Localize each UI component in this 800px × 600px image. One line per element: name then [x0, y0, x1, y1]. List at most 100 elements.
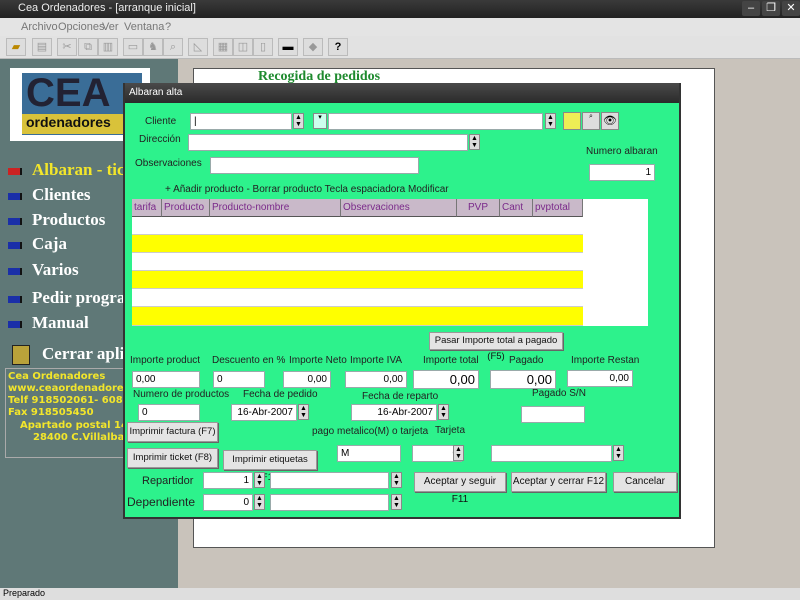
- col-cant[interactable]: Cant: [500, 199, 533, 217]
- copy-icon[interactable]: ⧉: [78, 38, 98, 56]
- window-icon[interactable]: ▭: [123, 38, 143, 56]
- tarjeta-name-input[interactable]: [491, 445, 612, 462]
- table-row[interactable]: [132, 235, 583, 253]
- imprimir-factura-button[interactable]: Imprimir factura (F7): [127, 422, 218, 442]
- find-icon[interactable]: ♞: [143, 38, 163, 56]
- sidebar-item-productos[interactable]: Productos: [8, 210, 105, 230]
- descuento-label: Descuento en %: [212, 355, 286, 366]
- repartidor-name-input[interactable]: [270, 472, 389, 489]
- fecha-pedido-spinner[interactable]: ▲ ▼: [298, 404, 309, 420]
- search-client-icon[interactable]: ⌕: [582, 112, 600, 130]
- tool-icon[interactable]: ◺: [188, 38, 208, 56]
- numero-albaran-label: Numero albaran: [586, 146, 658, 157]
- tarjeta-name-spinner[interactable]: ▲ ▼: [613, 445, 624, 461]
- menu-ver[interactable]: Ver: [102, 21, 119, 33]
- paste-icon[interactable]: ▥: [98, 38, 118, 56]
- cliente-name-spinner[interactable]: ▲ ▼: [545, 113, 556, 129]
- fecha-reparto-input[interactable]: 16-Abr-2007: [351, 404, 437, 421]
- imprimir-ticket-button[interactable]: Imprimir ticket (F8): [127, 448, 218, 468]
- pagado-sn-input[interactable]: [521, 406, 585, 423]
- pagado-input[interactable]: 0,00: [490, 370, 556, 389]
- open-icon[interactable]: ▰: [6, 38, 26, 56]
- close-button[interactable]: ✕: [782, 1, 800, 16]
- dependiente-name-spinner[interactable]: ▲ ▼: [391, 494, 402, 510]
- search-icon[interactable]: ⌕: [163, 38, 183, 56]
- col-pvp[interactable]: PVP: [457, 199, 500, 217]
- view-eye-icon[interactable]: 👁: [601, 112, 619, 130]
- cliente-spinner[interactable]: ▲ ▼: [293, 113, 304, 129]
- menu-help[interactable]: ?: [165, 21, 171, 33]
- new-folder-icon[interactable]: [563, 112, 581, 130]
- cut-icon[interactable]: ✂: [57, 38, 77, 56]
- cliente-name-input[interactable]: [328, 113, 543, 130]
- importe-restan-input[interactable]: 0,00: [567, 370, 633, 387]
- col-tarifa[interactable]: tarifa: [132, 199, 162, 217]
- print-icon[interactable]: ▦: [213, 38, 233, 56]
- observaciones-label: Observaciones: [135, 158, 202, 169]
- importe-neto-input[interactable]: 0,00: [283, 371, 331, 388]
- screen-icon[interactable]: ▬: [278, 38, 298, 56]
- col-producto-nombre[interactable]: Producto-nombre: [210, 199, 341, 217]
- table-row[interactable]: [132, 217, 583, 235]
- tarjeta-label: Tarjeta: [435, 425, 466, 436]
- direccion-input[interactable]: [188, 134, 468, 151]
- observaciones-input[interactable]: [210, 157, 419, 174]
- table-row[interactable]: [132, 271, 583, 289]
- col-producto[interactable]: Producto: [162, 199, 210, 217]
- sidebar-item-manual[interactable]: Manual: [8, 313, 89, 333]
- dependiente-label: Dependiente: [127, 495, 196, 509]
- sidebar-item-clientes[interactable]: Clientes: [8, 185, 91, 205]
- table-row[interactable]: [132, 253, 583, 271]
- preview-icon[interactable]: ◫: [233, 38, 253, 56]
- pasar-importe-button[interactable]: Pasar Importe total a pagado (F5): [429, 332, 563, 362]
- col-pvptotal[interactable]: pvptotal: [533, 199, 583, 217]
- dependiente-spinner[interactable]: ▲ ▼: [254, 494, 265, 510]
- flag-icon: [8, 192, 22, 200]
- flag-icon: [8, 167, 22, 175]
- aceptar-seguir-button[interactable]: Aceptar y seguir F11: [414, 472, 506, 505]
- sidebar-item-varios[interactable]: Varios: [8, 260, 79, 280]
- importe-restan-label: Importe Restan: [571, 355, 640, 366]
- tarjeta-spinner[interactable]: ▲ ▼: [453, 445, 464, 461]
- eraser-icon[interactable]: ◆: [303, 38, 323, 56]
- numero-albaran-input[interactable]: 1: [589, 164, 655, 181]
- restore-button[interactable]: ❐: [762, 1, 780, 16]
- fecha-reparto-spinner[interactable]: ▲ ▼: [438, 404, 449, 420]
- cancelar-button[interactable]: Cancelar: [613, 472, 677, 492]
- pago-input[interactable]: M: [337, 445, 401, 462]
- aceptar-cerrar-button[interactable]: Aceptar y cerrar F12: [511, 472, 606, 492]
- menu-ventana[interactable]: Ventana: [124, 21, 164, 33]
- importe-iva-input[interactable]: 0,00: [345, 371, 407, 388]
- fecha-pedido-input[interactable]: 16-Abr-2007: [231, 404, 297, 421]
- status-text: Preparado: [3, 588, 46, 598]
- menu-archivo[interactable]: Archivo: [21, 21, 58, 33]
- repartidor-input[interactable]: 1: [203, 472, 253, 489]
- cliente-lookup-icon[interactable]: ▾: [313, 113, 327, 129]
- dependiente-name-input[interactable]: [270, 494, 389, 511]
- direccion-spinner[interactable]: ▲ ▼: [469, 134, 480, 150]
- toolbar: ▰ ▤ ✂ ⧉ ▥ ▭ ♞ ⌕ ◺ ▦ ◫ ▯ ▬ ◆ ?: [0, 36, 800, 59]
- menu-opciones[interactable]: Opciones: [58, 21, 104, 33]
- minimize-button[interactable]: –: [742, 1, 760, 16]
- edit-icon[interactable]: ▤: [32, 38, 52, 56]
- cliente-code-input[interactable]: |: [190, 113, 292, 130]
- help-icon[interactable]: ?: [328, 38, 348, 56]
- dependiente-input[interactable]: 0: [203, 494, 253, 511]
- descuento-input[interactable]: 0: [213, 371, 265, 388]
- num-productos-input[interactable]: 0: [138, 404, 200, 421]
- repartidor-name-spinner[interactable]: ▲ ▼: [391, 472, 402, 488]
- status-bar: Preparado: [0, 588, 800, 600]
- fecha-reparto-label: Fecha de reparto: [362, 391, 439, 402]
- page-icon[interactable]: ▯: [253, 38, 273, 56]
- imprimir-etiquetas-button[interactable]: Imprimir etiquetas (F10): [223, 450, 317, 483]
- importe-product-input[interactable]: 0,00: [132, 371, 200, 388]
- repartidor-spinner[interactable]: ▲ ▼: [254, 472, 265, 488]
- importe-neto-label: Importe Neto: [289, 355, 347, 366]
- table-row[interactable]: [132, 289, 583, 307]
- table-row[interactable]: [132, 307, 583, 326]
- col-observaciones[interactable]: Observaciones: [341, 199, 457, 217]
- products-grid[interactable]: tarifa Producto Producto-nombre Observac…: [132, 199, 648, 326]
- title-bar: Cea Ordenadores - [arranque inicial]: [0, 0, 800, 18]
- sidebar-item-caja[interactable]: Caja: [8, 234, 67, 254]
- importe-total-input[interactable]: 0,00: [413, 370, 479, 389]
